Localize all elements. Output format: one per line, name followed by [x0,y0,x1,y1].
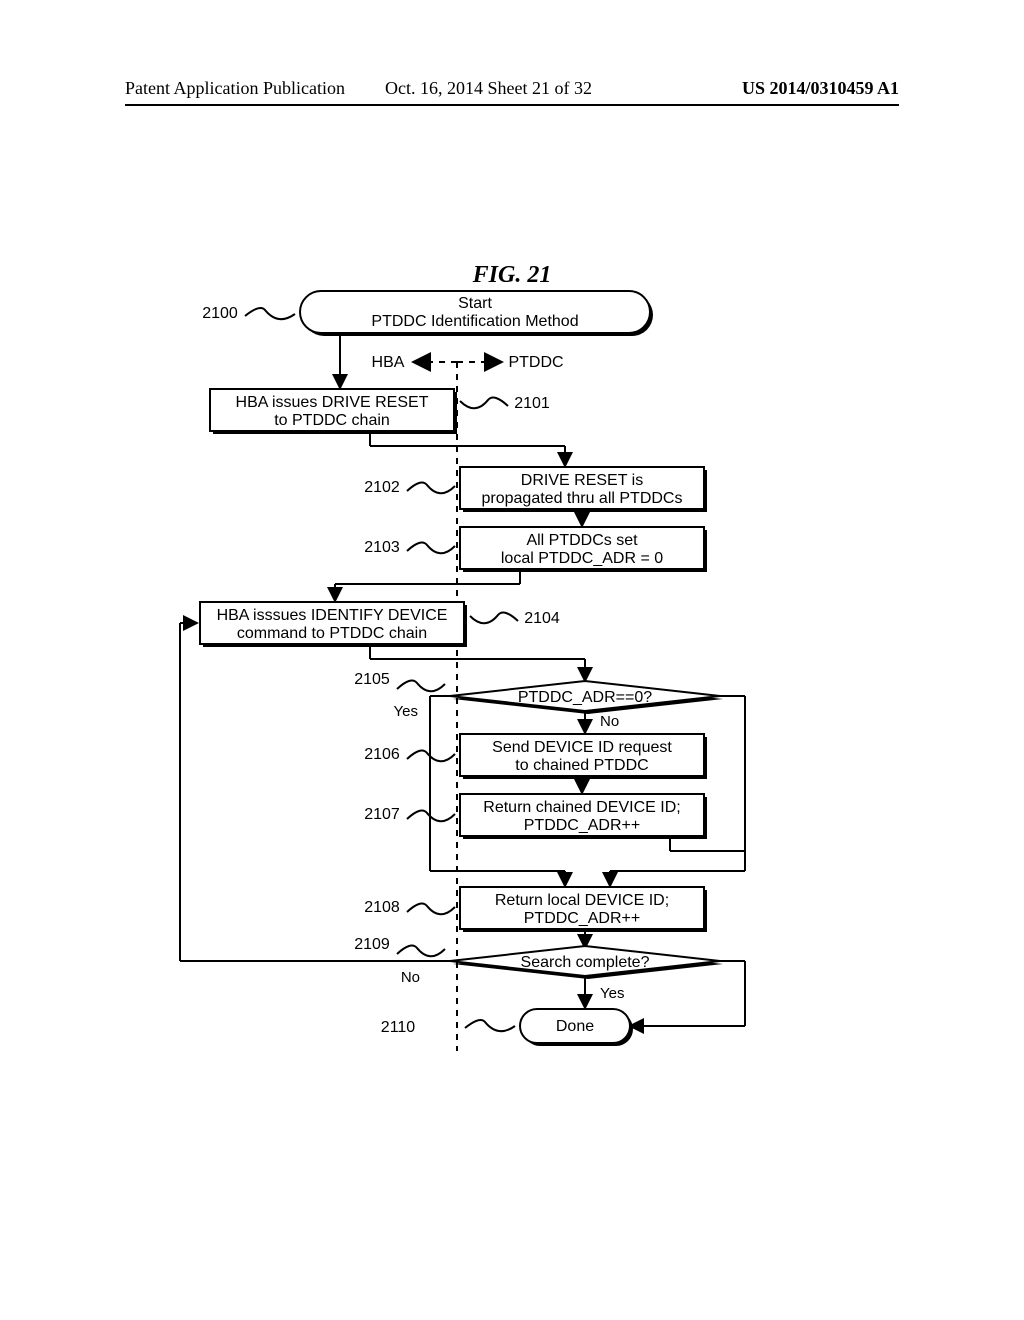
svg-text:PTDDC_ADR==0?: PTDDC_ADR==0? [518,689,652,706]
node-2102: DRIVE RESET is propagated thru all PTDDC… [460,467,707,512]
branch-2105-yes: Yes [394,703,418,720]
header-right: US 2014/0310459 A1 [742,78,899,99]
svg-text:to chained PTDDC: to chained PTDDC [515,757,648,774]
ref-2101: 2101 [514,395,550,412]
svg-text:Return local DEVICE ID;: Return local DEVICE ID; [495,892,669,909]
header-left: Patent Application Publication [125,78,345,99]
node-2106: Send DEVICE ID request to chained PTDDC [460,734,707,779]
svg-text:Return chained DEVICE ID;: Return chained DEVICE ID; [483,799,680,816]
svg-text:Start: Start [458,295,492,312]
node-2103: All PTDDCs set local PTDDC_ADR = 0 [460,527,707,572]
svg-text:Done: Done [556,1018,594,1035]
branch-2109-yes: Yes [600,985,624,1002]
branch-2105-no: No [600,713,619,730]
ref-2100: 2100 [202,305,238,322]
done-node: Done [520,1009,633,1046]
start-node: Start PTDDC Identification Method [300,291,653,336]
ref-2110: 2110 [381,1019,416,1036]
ref-2105: 2105 [354,671,390,688]
svg-text:PTDDC_ADR++: PTDDC_ADR++ [524,817,640,834]
ref-2103: 2103 [364,539,400,556]
node-2104: HBA isssues IDENTIFY DEVICE command to P… [200,602,467,647]
ref-2106: 2106 [364,746,400,763]
node-2109: Search complete? [450,946,723,979]
node-2107: Return chained DEVICE ID; PTDDC_ADR++ [460,794,707,839]
ref-2107: 2107 [364,806,400,823]
svg-text:HBA isssues IDENTIFY DEVICE: HBA isssues IDENTIFY DEVICE [217,607,448,624]
node-2105: PTDDC_ADR==0? [450,681,723,714]
svg-text:Send DEVICE ID request: Send DEVICE ID request [492,739,672,756]
branch-2109-no: No [401,969,420,986]
svg-text:PTDDC_ADR++: PTDDC_ADR++ [524,910,640,927]
svg-text:to PTDDC chain: to PTDDC chain [274,412,390,429]
ref-2109: 2109 [354,936,390,953]
svg-text:PTDDC Identification Method: PTDDC Identification Method [371,313,578,330]
node-2108: Return local DEVICE ID; PTDDC_ADR++ [460,887,707,932]
ref-2102: 2102 [364,479,400,496]
node-2101: HBA issues DRIVE RESET to PTDDC chain [210,389,457,434]
legend-ptddc: PTDDC [508,354,563,371]
ref-2108: 2108 [364,899,400,916]
page-header: Patent Application Publication Oct. 16, … [125,82,899,106]
figure-title: FIG. 21 [0,262,1024,289]
svg-text:All PTDDCs set: All PTDDCs set [526,532,638,549]
header-middle: Oct. 16, 2014 Sheet 21 of 32 [385,78,592,99]
svg-text:DRIVE RESET is: DRIVE RESET is [521,472,643,489]
svg-text:propagated thru all PTDDCs: propagated thru all PTDDCs [482,490,683,507]
flowchart: HBA PTDDC Start PTDDC Identification Met… [170,286,780,1066]
ref-2104: 2104 [524,610,560,627]
svg-text:Search complete?: Search complete? [521,954,650,971]
legend-hba: HBA [372,354,405,371]
svg-text:local PTDDC_ADR = 0: local PTDDC_ADR = 0 [501,550,663,567]
svg-text:command to PTDDC chain: command to PTDDC chain [237,625,427,642]
svg-text:HBA issues DRIVE RESET: HBA issues DRIVE RESET [236,394,429,411]
